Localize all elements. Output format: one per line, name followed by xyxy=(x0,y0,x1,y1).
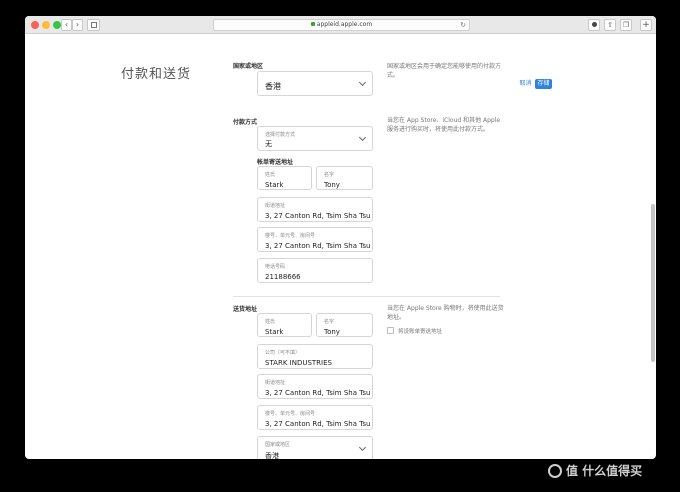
billing-street-value: 3, 27 Canton Rd, Tsim Sha Tsu xyxy=(265,212,371,220)
forward-button[interactable]: › xyxy=(72,19,83,31)
reload-icon[interactable]: ↻ xyxy=(460,21,466,29)
payment-method-select[interactable]: 选择付款方式 无 xyxy=(257,126,373,151)
use-billing-address-checkbox[interactable] xyxy=(387,327,394,334)
shipping-street-caption: 街道地址 xyxy=(265,380,286,386)
billing-first-name-caption: 名字 xyxy=(324,172,335,178)
shipping-country-select[interactable]: 国家或地区 香港 xyxy=(257,436,373,459)
shipping-first-name-value: Tony xyxy=(324,328,340,336)
use-billing-address-label: 将设账单寄送地址 xyxy=(398,329,443,335)
shipping-street-field[interactable]: 街道地址 3, 27 Canton Rd, Tsim Sha Tsu xyxy=(257,374,373,399)
billing-phone-value: 21188666 xyxy=(265,273,301,281)
address-bar[interactable]: appleid.apple.com ↻ xyxy=(213,19,470,31)
chevron-down-icon xyxy=(358,443,367,452)
shipping-country-value: 香港 xyxy=(265,452,279,459)
page-content: 付款和送货 取消 存储 国家或地区 香港 国家或地区会用于确定您能够使用的付款方… xyxy=(25,35,656,459)
region-select[interactable]: 香港 xyxy=(257,71,373,96)
downloads-button[interactable] xyxy=(588,19,600,31)
shipping-company-caption: 公司（可不填） xyxy=(265,350,301,356)
shipping-last-name-caption: 姓氏 xyxy=(265,319,276,325)
billing-address-label: 帐单寄送地址 xyxy=(257,159,294,166)
sidebar-toggle-button[interactable] xyxy=(87,19,100,31)
url-display: appleid.apple.com xyxy=(214,21,469,28)
shipping-unit-value: 3, 27 Canton Rd, Tsim Sha Tsu xyxy=(265,420,371,428)
watermark-logo-icon xyxy=(548,464,562,478)
payment-note: 当您在 App Store、iCloud 和其他 Apple 服务进行购买时，将… xyxy=(387,117,501,133)
shipping-country-caption: 国家或地区 xyxy=(265,442,291,448)
cancel-button[interactable]: 取消 xyxy=(519,79,532,88)
region-value: 香港 xyxy=(265,82,281,91)
billing-unit-field[interactable]: 楼号、单元号、房间号 3, 27 Canton Rd, Tsim Sha Tsu xyxy=(257,227,373,252)
zoom-window-button[interactable] xyxy=(53,21,61,29)
billing-last-name-caption: 姓氏 xyxy=(265,172,276,178)
scrollbar-thumb[interactable] xyxy=(651,204,655,362)
save-button[interactable]: 存储 xyxy=(535,79,552,89)
close-window-button[interactable] xyxy=(31,21,39,29)
billing-first-name-value: Tony xyxy=(324,181,340,189)
payment-method-caption: 选择付款方式 xyxy=(265,132,296,138)
shipping-company-field[interactable]: 公司（可不填） STARK INDUSTRIES xyxy=(257,344,373,369)
billing-last-name-field[interactable]: 姓氏 Stark xyxy=(257,166,312,190)
payment-method-value: 无 xyxy=(265,140,272,148)
region-label: 国家或地区 xyxy=(233,63,264,70)
billing-street-caption: 街道地址 xyxy=(265,203,286,209)
shipping-last-name-field[interactable]: 姓氏 Stark xyxy=(257,313,312,337)
shipping-first-name-caption: 名字 xyxy=(324,319,335,325)
billing-unit-value: 3, 27 Canton Rd, Tsim Sha Tsu xyxy=(265,242,371,250)
new-tab-button[interactable]: + xyxy=(640,19,652,31)
chevron-down-icon xyxy=(358,133,367,142)
minimize-window-button[interactable] xyxy=(42,21,50,29)
billing-street-field[interactable]: 街道地址 3, 27 Canton Rd, Tsim Sha Tsu xyxy=(257,197,373,222)
shipping-unit-caption: 楼号、单元号、房间号 xyxy=(265,411,316,417)
watermark-text: 值 什么值得买 xyxy=(566,464,643,478)
shipping-street-value: 3, 27 Canton Rd, Tsim Sha Tsu xyxy=(265,389,371,397)
shipping-first-name-field[interactable]: 名字 Tony xyxy=(316,313,373,337)
billing-first-name-field[interactable]: 名字 Tony xyxy=(316,166,373,190)
shipping-company-value: STARK INDUSTRIES xyxy=(265,359,332,367)
show-tabs-button[interactable]: ❐ xyxy=(620,19,632,31)
shipping-last-name-value: Stark xyxy=(265,328,284,336)
url-text: appleid.apple.com xyxy=(316,21,373,28)
watermark: 值 什么值得买 xyxy=(548,462,642,479)
shipping-unit-field[interactable]: 楼号、单元号、房间号 3, 27 Canton Rd, Tsim Sha Tsu xyxy=(257,405,373,430)
shipping-note: 当您在 Apple Store 购物时，将使用此送货地址。 xyxy=(387,305,504,321)
browser-window: ‹ › appleid.apple.com ↻ ⇧ ❐ + 付款和送货 取消 存… xyxy=(25,16,656,459)
browser-toolbar: ‹ › appleid.apple.com ↻ ⇧ ❐ + xyxy=(25,16,656,34)
billing-last-name-value: Stark xyxy=(265,181,284,189)
download-icon xyxy=(591,22,597,27)
section-divider xyxy=(233,296,500,297)
lock-icon xyxy=(310,22,315,26)
share-button[interactable]: ⇧ xyxy=(604,19,616,31)
shipping-address-label: 送货地址 xyxy=(233,306,258,313)
billing-unit-caption: 楼号、单元号、房间号 xyxy=(265,233,316,239)
billing-phone-caption: 电话号码 xyxy=(265,264,286,270)
sidebar-icon xyxy=(91,22,97,28)
region-note: 国家或地区会用于确定您能够使用的付款方式。 xyxy=(387,63,502,79)
back-button[interactable]: ‹ xyxy=(61,19,72,31)
page-title: 付款和送货 xyxy=(121,67,192,82)
payment-label: 付款方式 xyxy=(233,119,258,126)
billing-phone-field[interactable]: 电话号码 21188666 xyxy=(257,258,373,283)
chevron-down-icon xyxy=(358,78,367,87)
